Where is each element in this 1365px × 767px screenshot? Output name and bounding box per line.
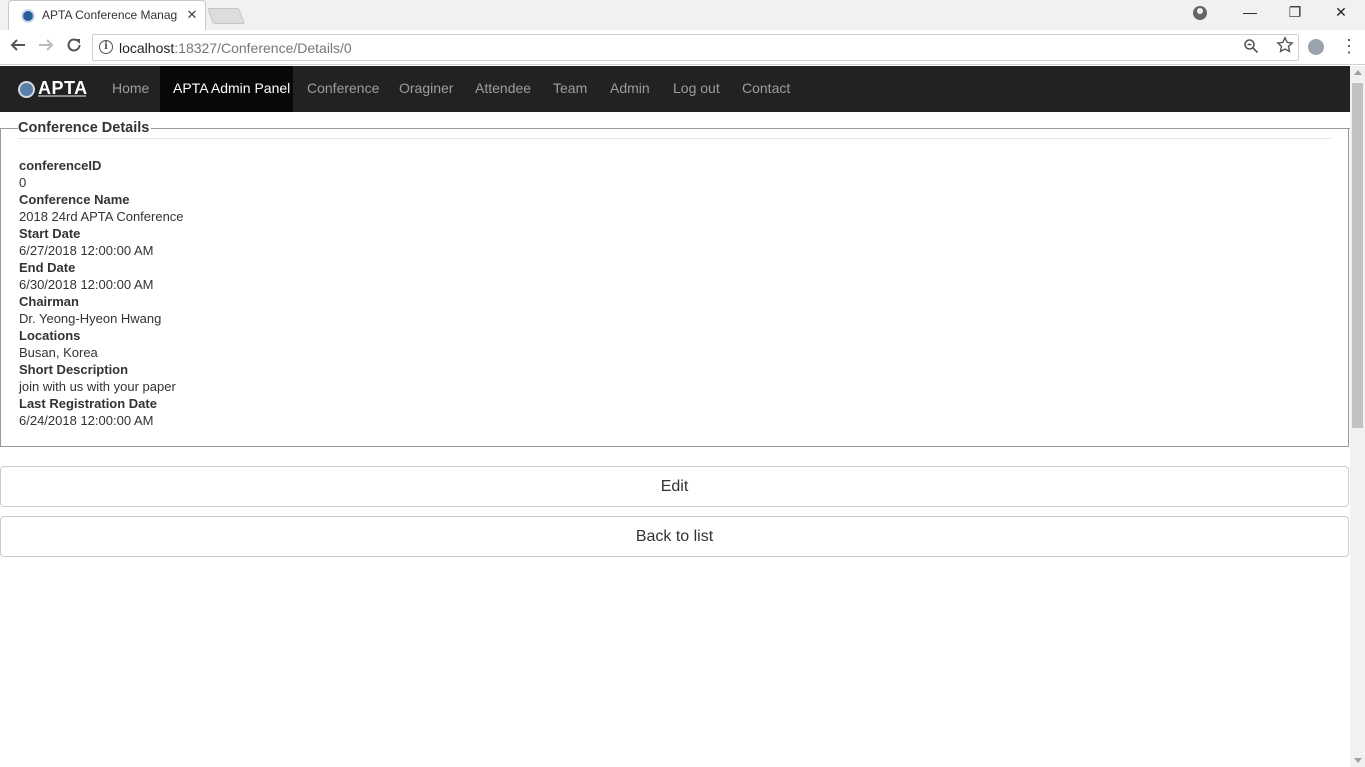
- field-value-conference-id: 0: [19, 175, 27, 190]
- field-value-start-date: 6/27/2018 12:00:00 AM: [19, 243, 154, 258]
- nav-team[interactable]: Team: [553, 66, 587, 112]
- minimize-button[interactable]: —: [1235, 4, 1265, 24]
- scroll-up-icon[interactable]: [1354, 70, 1362, 75]
- nav-conference[interactable]: Conference: [307, 66, 379, 112]
- field-value-chairman: Dr. Yeong-Hyeon Hwang: [19, 311, 162, 326]
- browser-tabstrip: APTA Conference Manag ✕ — ❐ ✕: [0, 0, 1365, 30]
- site-navbar: APTA Home APTA Admin Panel Conference Or…: [0, 66, 1350, 112]
- fieldset-legend: Conference Details: [18, 120, 152, 136]
- scroll-down-icon[interactable]: [1354, 758, 1362, 763]
- edit-button[interactable]: Edit: [0, 466, 1349, 507]
- new-tab-button[interactable]: [207, 8, 245, 24]
- globe-logo-icon: [18, 81, 35, 98]
- page-scrollbar[interactable]: [1350, 66, 1365, 767]
- conference-details-fieldset: [0, 128, 1349, 447]
- field-label-last-registration-date: Last Registration Date: [19, 396, 157, 411]
- field-value-last-registration-date: 6/24/2018 12:00:00 AM: [19, 413, 154, 428]
- field-value-end-date: 6/30/2018 12:00:00 AM: [19, 277, 154, 292]
- zoom-icon[interactable]: [1243, 38, 1259, 58]
- nav-admin[interactable]: Admin: [610, 66, 650, 112]
- kebab-menu-icon[interactable]: ⋮: [1340, 36, 1358, 56]
- address-bar[interactable]: i localhost:18327/Conference/Details/0: [92, 34, 1299, 61]
- field-label-chairman: Chairman: [19, 294, 79, 309]
- details-list: conferenceID 0 Conference Name 2018 24rd…: [19, 157, 184, 429]
- legend-divider: [18, 138, 1331, 139]
- field-label-start-date: Start Date: [19, 226, 81, 241]
- back-arrow-icon[interactable]: [7, 36, 29, 58]
- field-label-end-date: End Date: [19, 260, 76, 275]
- field-value-conference-name: 2018 24rd APTA Conference: [19, 209, 184, 224]
- field-label-conference-id: conferenceID: [19, 158, 102, 173]
- extension-icon[interactable]: [1308, 39, 1324, 55]
- reload-icon[interactable]: [63, 36, 85, 58]
- url-text[interactable]: localhost:18327/Conference/Details/0: [119, 40, 352, 56]
- close-tab-icon[interactable]: ✕: [185, 7, 199, 23]
- field-label-conference-name: Conference Name: [19, 192, 130, 207]
- fieldset-border: [1330, 128, 1350, 129]
- star-icon[interactable]: [1276, 36, 1294, 59]
- forward-arrow-icon[interactable]: [35, 36, 57, 58]
- nav-apta-admin-panel[interactable]: APTA Admin Panel: [160, 66, 293, 112]
- field-value-short-description: join with us with your paper: [19, 379, 176, 394]
- tab-title: APTA Conference Manag: [42, 8, 178, 22]
- window-close-button[interactable]: ✕: [1326, 4, 1356, 24]
- brand-tagline: [38, 95, 86, 97]
- restore-button[interactable]: ❐: [1280, 4, 1310, 24]
- nav-oraginer[interactable]: Oraginer: [399, 66, 453, 112]
- browser-tab[interactable]: APTA Conference Manag ✕: [8, 0, 206, 30]
- info-icon[interactable]: i: [99, 40, 113, 54]
- page-viewport: APTA Home APTA Admin Panel Conference Or…: [0, 66, 1350, 767]
- browser-toolbar: i localhost:18327/Conference/Details/0: [0, 30, 1365, 65]
- field-label-locations: Locations: [19, 328, 81, 343]
- globe-favicon-icon: [21, 9, 35, 23]
- field-value-locations: Busan, Korea: [19, 345, 98, 360]
- nav-home[interactable]: Home: [112, 66, 149, 112]
- scroll-thumb[interactable]: [1352, 83, 1363, 428]
- field-label-short-description: Short Description: [19, 362, 129, 377]
- nav-log-out[interactable]: Log out: [673, 66, 720, 112]
- account-icon[interactable]: [1193, 6, 1207, 20]
- back-to-list-button[interactable]: Back to list: [0, 516, 1349, 557]
- nav-contact[interactable]: Contact: [742, 66, 790, 112]
- nav-attendee[interactable]: Attendee: [475, 66, 531, 112]
